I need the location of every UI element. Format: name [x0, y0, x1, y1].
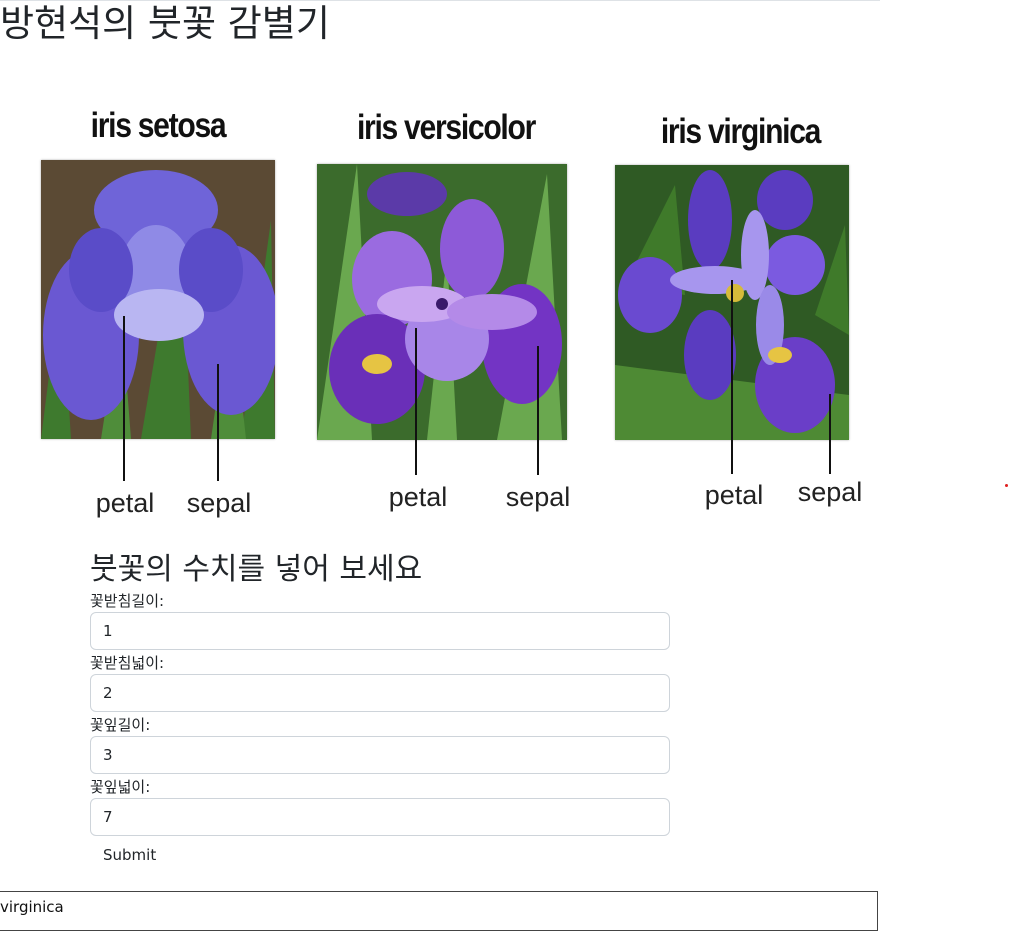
red-dot: [1005, 484, 1008, 487]
petal-length-label: 꽃잎길이:: [90, 716, 151, 734]
species-name-versicolor: iris versicolor: [356, 108, 536, 147]
virginica-petal-pointer: [731, 280, 733, 474]
sepal-width-label: 꽃받침넓이:: [90, 654, 165, 672]
submit-button[interactable]: Submit: [90, 840, 169, 870]
sepal-length-input[interactable]: [90, 612, 670, 650]
versicolor-sepal-pointer: [537, 346, 539, 475]
species-name-virginica: iris virginica: [660, 112, 822, 151]
species-name-setosa: iris setosa: [90, 106, 227, 145]
versicolor-photo: [317, 164, 567, 440]
setosa-petal-pointer: [123, 316, 125, 481]
petal-width-input[interactable]: [90, 798, 670, 836]
species-setosa: iris setosa petal sepal: [28, 92, 288, 532]
iris-species-figure: iris setosa petal sepal iris versicolor: [28, 92, 873, 532]
sepal-length-label: 꽃받침길이:: [90, 592, 165, 610]
virginica-sepal-label: sepal: [797, 477, 863, 507]
species-versicolor: iris versicolor petal sepal: [308, 92, 584, 532]
virginica-petal-label: petal: [704, 480, 764, 510]
versicolor-petal-label: petal: [388, 482, 448, 512]
petal-width-label: 꽃잎넓이:: [90, 778, 151, 796]
sepal-width-input[interactable]: [90, 674, 670, 712]
form-heading: 붓꽃의 수치를 넣어 보세요: [90, 552, 423, 587]
top-divider: [0, 0, 880, 1]
versicolor-petal-pointer: [415, 328, 417, 475]
setosa-sepal-pointer: [217, 364, 219, 481]
setosa-petal-label: petal: [95, 488, 155, 518]
prediction-result: virginica: [0, 891, 878, 931]
setosa-photo: [41, 160, 275, 439]
versicolor-sepal-label: sepal: [505, 482, 571, 512]
page-title: 방현석의 붓꽃 감별기: [0, 2, 330, 45]
species-virginica: iris virginica petal sepal: [608, 92, 873, 532]
setosa-sepal-label: sepal: [186, 488, 252, 518]
petal-length-input[interactable]: [90, 736, 670, 774]
virginica-sepal-pointer: [829, 394, 831, 474]
iris-measurement-form: 붓꽃의 수치를 넣어 보세요 꽃받침길이: 꽃받침넓이: 꽃잎길이: 꽃잎넓이:…: [90, 550, 670, 870]
